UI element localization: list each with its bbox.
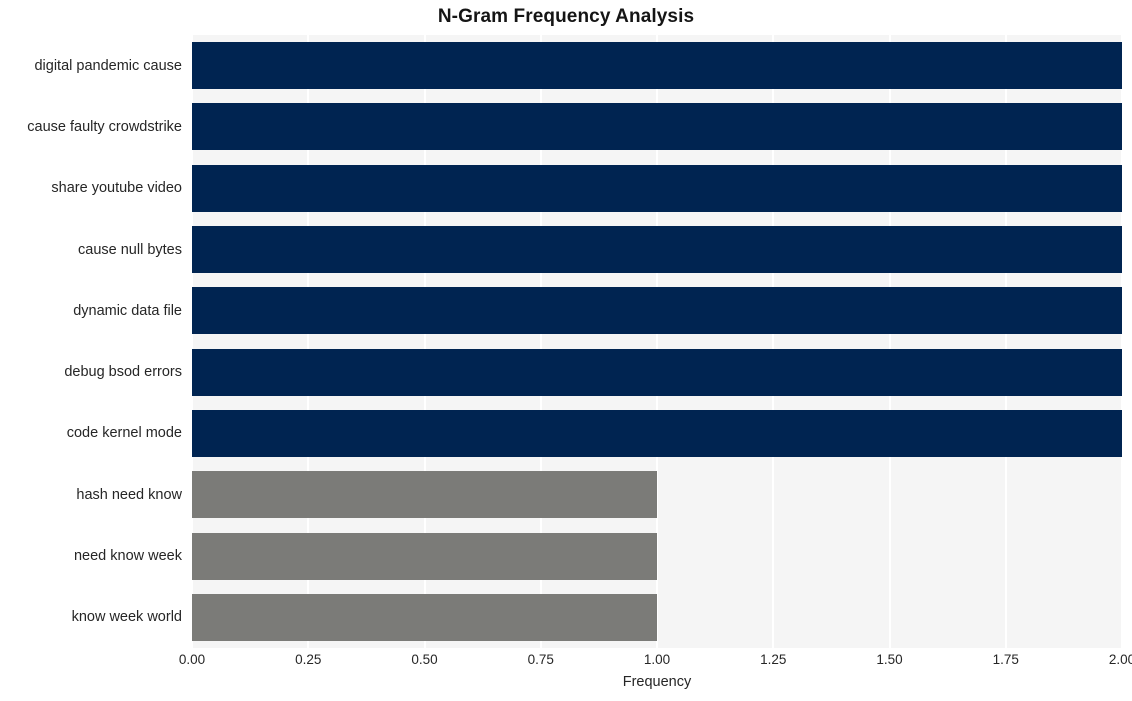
bar[interactable] bbox=[192, 471, 657, 519]
bar[interactable] bbox=[192, 287, 1122, 335]
y-axis-tick-label: debug bsod errors bbox=[64, 364, 182, 381]
x-axis-label: Frequency bbox=[622, 674, 692, 690]
x-axis-tick-label: 2.00 bbox=[1108, 652, 1132, 667]
x-axis-tick-label: 1.50 bbox=[876, 652, 903, 667]
y-axis-tick-label: need know week bbox=[73, 548, 182, 565]
plot-area bbox=[192, 35, 1122, 648]
y-axis-tick-label: cause faulty crowdstrike bbox=[27, 118, 182, 135]
y-axis-tick-label: hash need know bbox=[76, 486, 182, 503]
bar[interactable] bbox=[192, 42, 1122, 90]
bar[interactable] bbox=[192, 226, 1122, 274]
y-axis-tick-label: share youtube video bbox=[51, 180, 182, 197]
bar[interactable] bbox=[192, 103, 1122, 151]
x-axis-tick-label: 0.50 bbox=[411, 652, 438, 667]
y-axis-tick-label: cause null bytes bbox=[78, 241, 182, 258]
chart-title: N-Gram Frequency Analysis bbox=[437, 6, 695, 27]
x-axis-tick-label: 1.75 bbox=[992, 652, 1019, 667]
bar[interactable] bbox=[192, 593, 657, 641]
bar[interactable] bbox=[192, 532, 657, 580]
y-axis-tick-label: dynamic data file bbox=[73, 302, 182, 319]
x-axis-tick-label: 1.25 bbox=[760, 652, 787, 667]
x-axis-ticks: 0.00 0.25 0.50 0.75 1.00 1.25 1.50 1.75 2.00 bbox=[179, 652, 1132, 674]
x-axis-tick-label: 0.25 bbox=[295, 652, 322, 667]
y-axis-labels: digital pandemic cause cause faulty crowd… bbox=[0, 35, 182, 648]
chart-figure: N-Gram Frequency Analysis digital pandem… bbox=[0, 0, 1132, 701]
bar[interactable] bbox=[192, 409, 1122, 457]
bars-layer bbox=[192, 35, 1122, 648]
bar[interactable] bbox=[192, 348, 1122, 396]
x-axis-tick-label: 0.00 bbox=[178, 652, 206, 667]
x-axis-tick-label: 1.00 bbox=[643, 652, 671, 667]
y-axis-tick-label: code kernel mode bbox=[66, 425, 182, 442]
bar[interactable] bbox=[192, 164, 1122, 212]
x-axis-tick-label: 0.75 bbox=[527, 652, 554, 667]
y-axis-tick-label: digital pandemic cause bbox=[34, 57, 182, 74]
y-axis-tick-label: know week world bbox=[71, 609, 182, 626]
